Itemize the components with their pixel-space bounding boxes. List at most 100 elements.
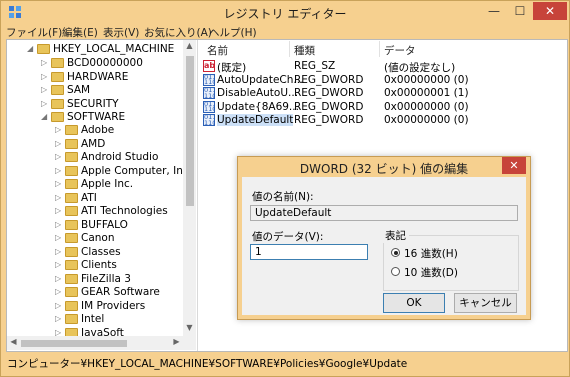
- key-tree: ◢ HKEY_LOCAL_MACHINE ▷ BCD00000000 ▷ HARDWA…: [7, 40, 198, 351]
- collapse-arrow-icon[interactable]: ◢: [41, 112, 49, 121]
- value-name: AutoUpdateCh...: [217, 73, 304, 86]
- value-type: REG_DWORD: [294, 73, 364, 86]
- scroll-right-arrow-icon[interactable]: ▶: [170, 337, 183, 346]
- tree-item[interactable]: ▷ BCD00000000: [7, 57, 183, 70]
- tree-item[interactable]: ▷ ATI Technologies: [7, 205, 183, 218]
- expand-arrow-icon[interactable]: ▷: [55, 179, 63, 188]
- decimal-radio-label[interactable]: 10 進数(D): [404, 265, 458, 280]
- value-name-label: 値の名前(N):: [252, 191, 314, 203]
- tree-label: Apple Computer, Inc.: [81, 164, 192, 177]
- tree-item[interactable]: ▷ FileZilla 3: [7, 273, 183, 286]
- folder-open-icon: [37, 44, 50, 54]
- column-divider[interactable]: [289, 41, 290, 57]
- tree-item[interactable]: ▷ Clients: [7, 259, 183, 272]
- tree-item[interactable]: ▷ AMD: [7, 138, 183, 151]
- hex-radio-label[interactable]: 16 進数(H): [404, 246, 458, 261]
- tree-item[interactable]: ▷ GEAR Software: [7, 286, 183, 299]
- tree-item[interactable]: ▷ IM Providers: [7, 300, 183, 313]
- binary-value-icon: 011 110: [203, 73, 215, 86]
- tree-item[interactable]: ▷ Apple Computer, Inc.: [7, 165, 192, 178]
- value-row[interactable]: 011 110UpdateDefaultREG_DWORD 0x00000000 …: [199, 114, 567, 127]
- expand-arrow-icon[interactable]: ▷: [55, 152, 63, 161]
- tree-item[interactable]: ▷ SECURITY: [7, 98, 183, 111]
- tree-label: BCD00000000: [67, 57, 143, 69]
- value-row[interactable]: 011 110DisableAutoU...REG_DWORD 0x0000000…: [199, 87, 567, 100]
- edit-dword-dialog: DWORD (32 ビット) 値の編集 ✕ 値の名前(N): UpdateDef…: [237, 156, 531, 320]
- expand-arrow-icon[interactable]: ▷: [55, 206, 63, 215]
- folder-icon: [51, 85, 64, 95]
- value-data: 0x00000000 (0): [384, 73, 469, 86]
- menu-help[interactable]: ヘルプ(H): [209, 25, 257, 40]
- value-data: 0x00000000 (0): [384, 114, 469, 126]
- menu-file[interactable]: ファイル(F): [6, 25, 62, 40]
- expand-arrow-icon[interactable]: ▷: [55, 193, 63, 202]
- title-bar[interactable]: レジストリ エディター — ☐ ✕: [1, 1, 569, 23]
- tree-item[interactable]: ▷ ATI: [7, 192, 183, 205]
- tree-item[interactable]: ▷ Apple Inc.: [7, 178, 183, 191]
- tree-vertical-scrollbar[interactable]: ▲ ▼: [183, 40, 196, 336]
- tree-item[interactable]: ▷ Canon: [7, 232, 183, 245]
- expand-arrow-icon[interactable]: ▷: [55, 287, 63, 296]
- scroll-thumb[interactable]: [186, 56, 194, 206]
- menu-edit[interactable]: 編集(E): [62, 25, 98, 40]
- decimal-radio[interactable]: [391, 267, 400, 276]
- folder-icon: [65, 260, 78, 270]
- value-row[interactable]: 011 110AutoUpdateCh...REG_DWORD 0x0000000…: [199, 73, 567, 87]
- tree-label: SOFTWARE: [67, 111, 126, 123]
- scroll-down-arrow-icon[interactable]: ▼: [183, 323, 196, 332]
- expand-arrow-icon[interactable]: ▷: [41, 58, 49, 67]
- tree-item[interactable]: ▷ HARDWARE: [7, 71, 183, 84]
- hex-radio[interactable]: [391, 248, 400, 257]
- tree-item[interactable]: ▷ Classes: [7, 246, 183, 259]
- expand-arrow-icon[interactable]: ▷: [55, 139, 63, 148]
- tree-item[interactable]: ▷ BUFFALO: [7, 219, 183, 232]
- value-data-input[interactable]: 1: [250, 244, 368, 260]
- menu-view[interactable]: 表示(V): [103, 25, 139, 40]
- scroll-left-arrow-icon[interactable]: ◀: [7, 337, 20, 346]
- column-divider[interactable]: [379, 41, 380, 57]
- tree-label: Canon: [81, 232, 115, 244]
- tree-item[interactable]: ▷ SAM: [7, 84, 183, 97]
- menu-bar: ファイル(F) 編集(E) 表示(V) お気に入り(A) ヘルプ(H): [2, 23, 569, 39]
- expand-arrow-icon[interactable]: ▷: [41, 72, 49, 81]
- column-header-name[interactable]: 名前: [207, 43, 228, 58]
- column-header-data[interactable]: データ: [384, 43, 416, 58]
- expand-arrow-icon[interactable]: ▷: [55, 247, 63, 256]
- value-row[interactable]: 011 110Update{8A69...REG_DWORD 0x00000000…: [199, 100, 567, 114]
- tree-label: Clients: [81, 259, 117, 271]
- tree-horizontal-scrollbar[interactable]: ◀ ▶: [7, 336, 196, 350]
- tree-item[interactable]: ▷ Adobe: [7, 124, 183, 137]
- expand-arrow-icon[interactable]: ▷: [55, 125, 63, 134]
- scroll-up-arrow-icon[interactable]: ▲: [183, 41, 196, 50]
- scroll-thumb[interactable]: [21, 340, 127, 347]
- close-button[interactable]: ✕: [533, 2, 567, 20]
- expand-arrow-icon[interactable]: ▷: [55, 233, 63, 242]
- dialog-close-button[interactable]: ✕: [502, 157, 526, 174]
- expand-arrow-icon[interactable]: ▷: [55, 274, 63, 283]
- tree-label: SECURITY: [67, 97, 119, 110]
- tree-item[interactable]: ◢ SOFTWARE: [7, 111, 183, 124]
- collapse-arrow-icon[interactable]: ◢: [27, 44, 35, 53]
- expand-arrow-icon[interactable]: ▷: [55, 301, 63, 310]
- column-header-type[interactable]: 種類: [294, 43, 315, 58]
- tree-item[interactable]: ▷ Intel: [7, 313, 183, 326]
- maximize-button[interactable]: ☐: [507, 2, 533, 20]
- binary-value-icon: 011 110: [203, 100, 215, 113]
- cancel-button[interactable]: キャンセル: [454, 293, 517, 313]
- ok-button[interactable]: OK: [383, 293, 445, 313]
- expand-arrow-icon[interactable]: ▷: [55, 260, 63, 269]
- expand-arrow-icon[interactable]: ▷: [55, 166, 63, 175]
- expand-arrow-icon[interactable]: ▷: [41, 99, 49, 108]
- expand-arrow-icon[interactable]: ▷: [41, 85, 49, 94]
- folder-icon: [65, 152, 78, 162]
- tree-item[interactable]: ▷ Android Studio: [7, 151, 183, 164]
- expand-arrow-icon[interactable]: ▷: [55, 314, 63, 323]
- value-type: REG_SZ: [294, 60, 336, 72]
- tree-label: Apple Inc.: [81, 178, 134, 190]
- folder-icon: [65, 206, 78, 216]
- menu-favorites[interactable]: お気に入り(A): [144, 25, 212, 40]
- tree-item-hklm[interactable]: ◢ HKEY_LOCAL_MACHINE: [7, 43, 183, 56]
- expand-arrow-icon[interactable]: ▷: [55, 220, 63, 229]
- minimize-button[interactable]: —: [481, 2, 507, 20]
- value-row[interactable]: ab (既定) REG_SZ (値の設定なし): [199, 60, 567, 74]
